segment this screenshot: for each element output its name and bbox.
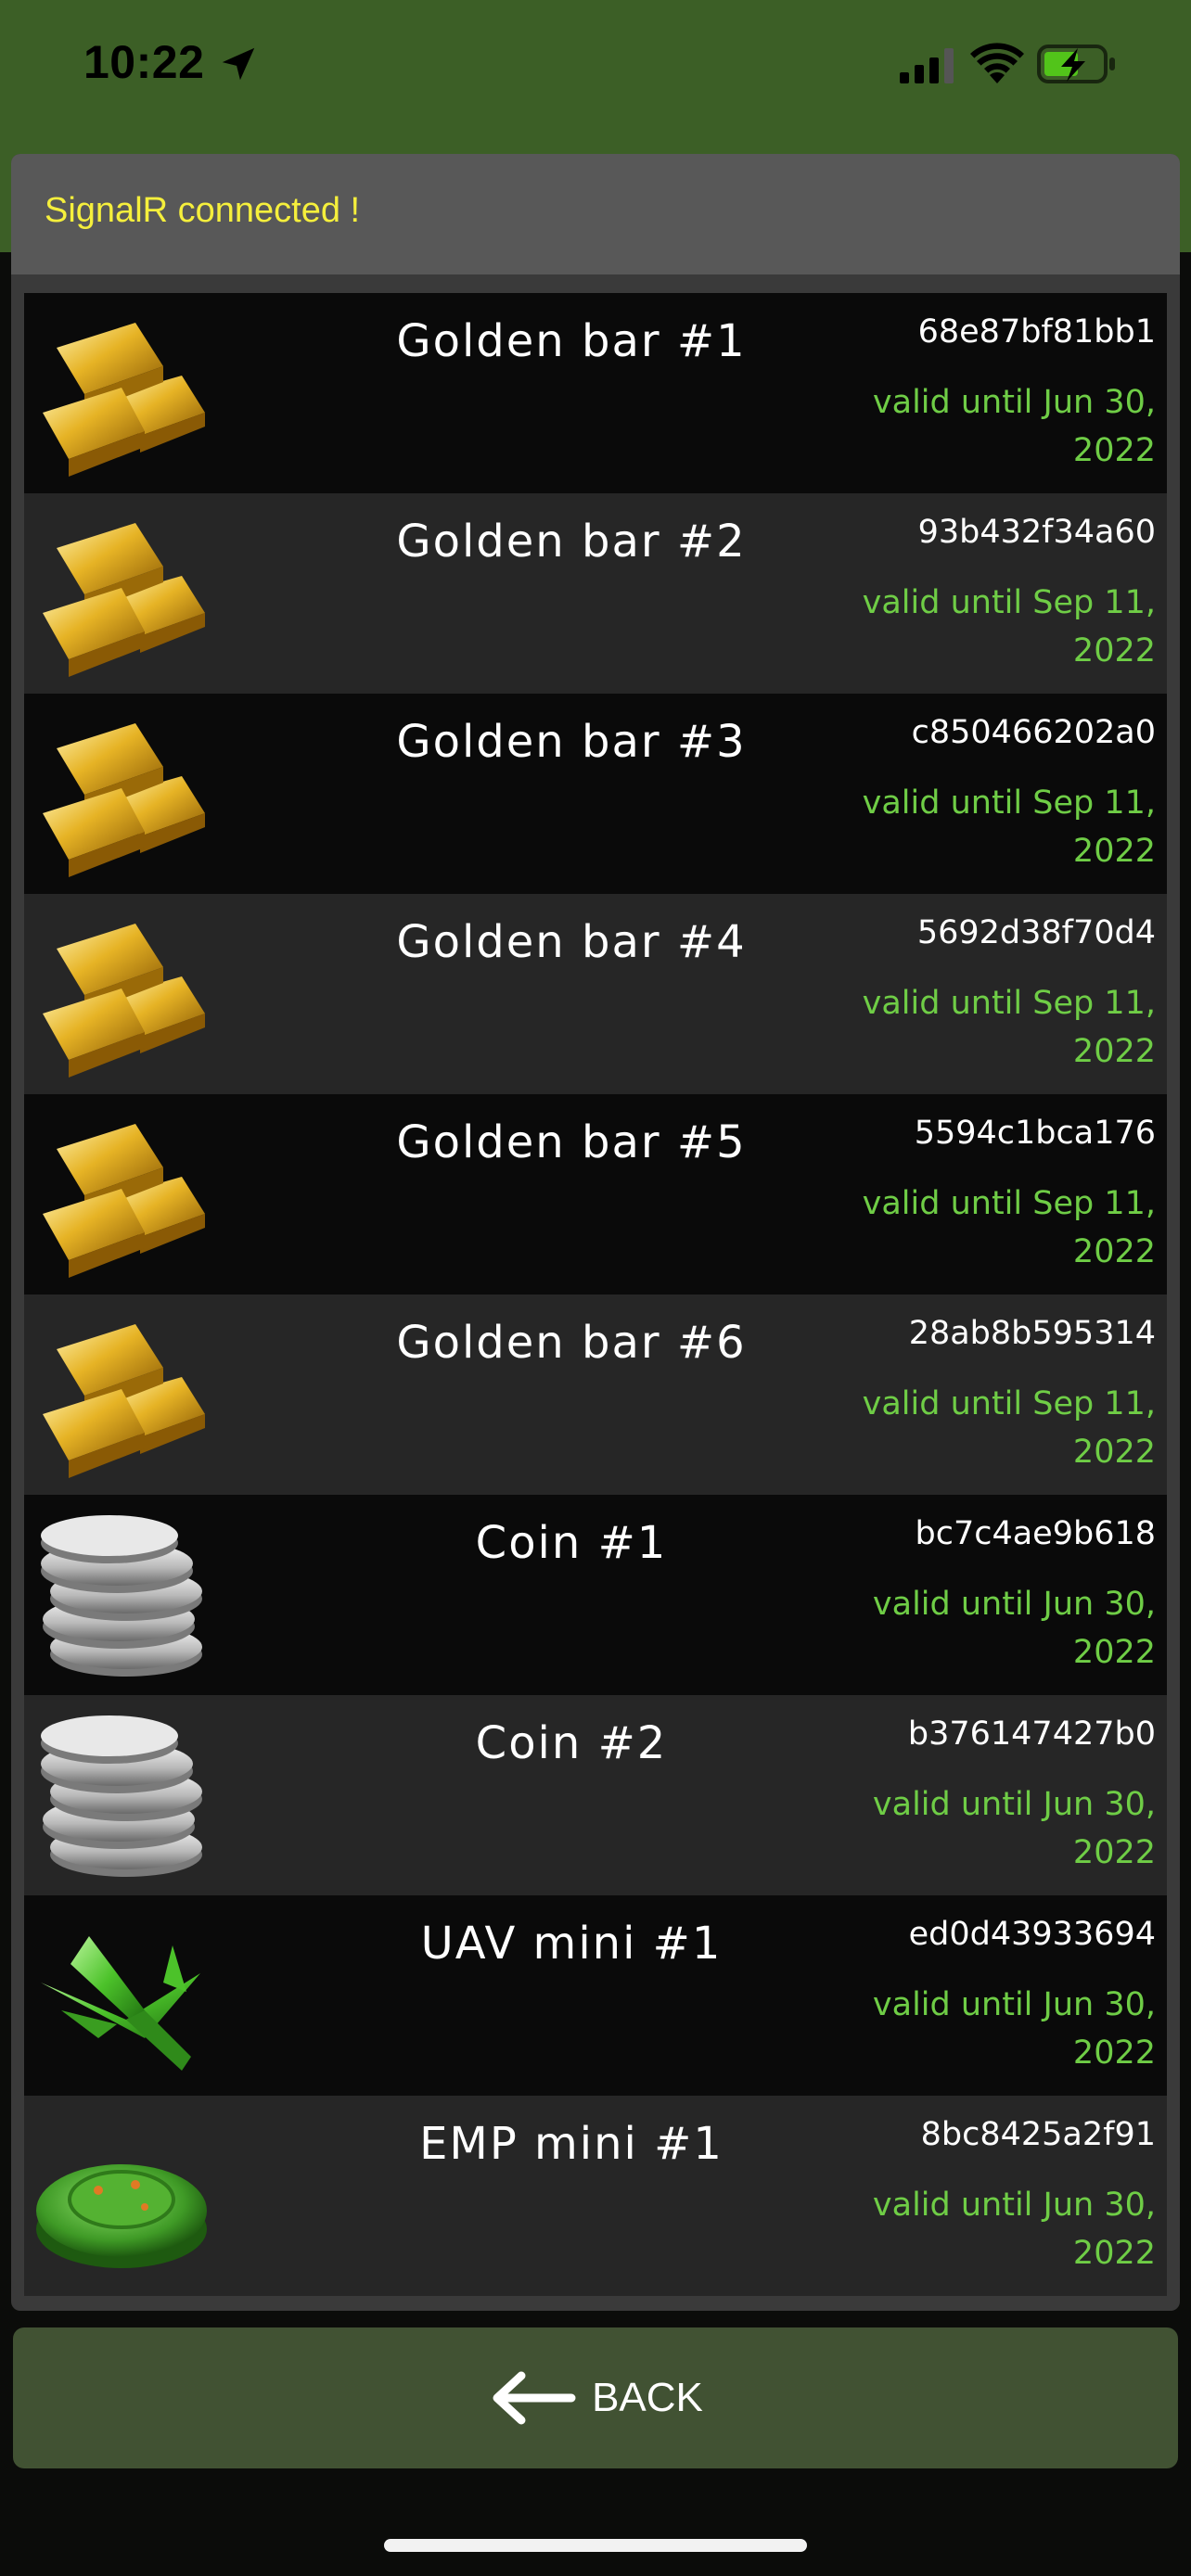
- list-item[interactable]: Golden bar #1 68e87bf81bb1 valid until J…: [24, 293, 1167, 493]
- item-validity: valid until Jun 30, 2022: [872, 2187, 1156, 2272]
- item-validity: valid until Jun 30, 2022: [872, 1586, 1156, 1671]
- wifi-icon: [970, 43, 1024, 83]
- item-validity: valid until Jun 30, 2022: [872, 1986, 1156, 2072]
- battery-charging-icon: [1037, 45, 1115, 83]
- item-validity: valid until Sep 11, 2022: [862, 784, 1156, 870]
- item-name: Golden bar #1: [396, 315, 747, 367]
- item-validity: valid until Sep 11, 2022: [862, 1385, 1156, 1471]
- connection-status-text: SignalR connected !: [45, 191, 361, 230]
- item-code: 8bc8425a2f91: [920, 2116, 1156, 2153]
- back-button-label: BACK: [592, 2375, 703, 2420]
- item-name: Golden bar #5: [396, 1116, 747, 1168]
- list-item[interactable]: Golden bar #2 93b432f34a60 valid until S…: [24, 493, 1167, 694]
- item-code: 93b432f34a60: [917, 514, 1156, 551]
- gold-bar-icon: [43, 523, 205, 677]
- item-code: 5594c1bca176: [914, 1115, 1156, 1152]
- item-code: 28ab8b595314: [908, 1315, 1156, 1352]
- item-code: b376147427b0: [907, 1715, 1156, 1753]
- connection-banner: SignalR connected !: [11, 154, 1180, 274]
- item-validity: valid until Sep 11, 2022: [862, 985, 1156, 1070]
- item-code: 5692d38f70d4: [916, 914, 1156, 951]
- green-emp-device-icon: [36, 2164, 207, 2268]
- gold-bar-icon: [43, 723, 205, 877]
- item-name: Golden bar #2: [396, 516, 747, 567]
- item-name: EMP mini #1: [419, 2118, 724, 2170]
- item-code: 68e87bf81bb1: [917, 313, 1156, 351]
- item-name: Coin #1: [475, 1517, 668, 1569]
- list-item[interactable]: Golden bar #5 5594c1bca176 valid until S…: [24, 1094, 1167, 1294]
- list-item[interactable]: Coin #2 b376147427b0 valid until Jun 30,…: [24, 1695, 1167, 1895]
- item-name: Golden bar #4: [396, 916, 747, 968]
- list-item[interactable]: Golden bar #4 5692d38f70d4 valid until S…: [24, 894, 1167, 1094]
- list-item[interactable]: EMP mini #1 8bc8425a2f91 valid until Jun…: [24, 2096, 1167, 2296]
- location-arrow-icon: [222, 47, 255, 81]
- gold-bar-icon: [43, 1124, 205, 1278]
- list-item[interactable]: Golden bar #3 c850466202a0 valid until S…: [24, 694, 1167, 894]
- item-code: ed0d43933694: [908, 1916, 1156, 1953]
- back-button[interactable]: BACK: [13, 2327, 1178, 2468]
- item-name: Golden bar #3: [396, 716, 747, 768]
- gold-bar-icon: [43, 1324, 205, 1478]
- inventory-list[interactable]: Golden bar #1 68e87bf81bb1 valid until J…: [24, 293, 1167, 2296]
- list-item[interactable]: UAV mini #1 ed0d43933694 valid until Jun…: [24, 1895, 1167, 2096]
- green-jet-icon: [41, 1936, 200, 2071]
- home-indicator[interactable]: [384, 2539, 807, 2552]
- item-code: bc7c4ae9b618: [915, 1515, 1156, 1552]
- item-validity: valid until Jun 30, 2022: [872, 384, 1156, 469]
- item-name: UAV mini #1: [420, 1918, 723, 1970]
- list-item[interactable]: Coin #1 bc7c4ae9b618 valid until Jun 30,…: [24, 1495, 1167, 1695]
- item-validity: valid until Sep 11, 2022: [862, 1185, 1156, 1270]
- item-name: Coin #2: [475, 1717, 668, 1769]
- status-time: 10:22: [83, 36, 205, 88]
- arrow-left-icon: [493, 2371, 576, 2425]
- item-name: Golden bar #6: [396, 1317, 747, 1369]
- silver-coins-icon: [41, 1715, 202, 1877]
- cellular-signal-icon: [900, 48, 954, 83]
- item-validity: valid until Jun 30, 2022: [872, 1786, 1156, 1871]
- item-validity: valid until Sep 11, 2022: [862, 584, 1156, 670]
- gold-bar-icon: [43, 924, 205, 1078]
- gold-bar-icon: [43, 323, 205, 477]
- silver-coins-icon: [41, 1515, 202, 1677]
- item-code: c850466202a0: [911, 714, 1156, 751]
- list-item[interactable]: Golden bar #6 28ab8b595314 valid until S…: [24, 1294, 1167, 1495]
